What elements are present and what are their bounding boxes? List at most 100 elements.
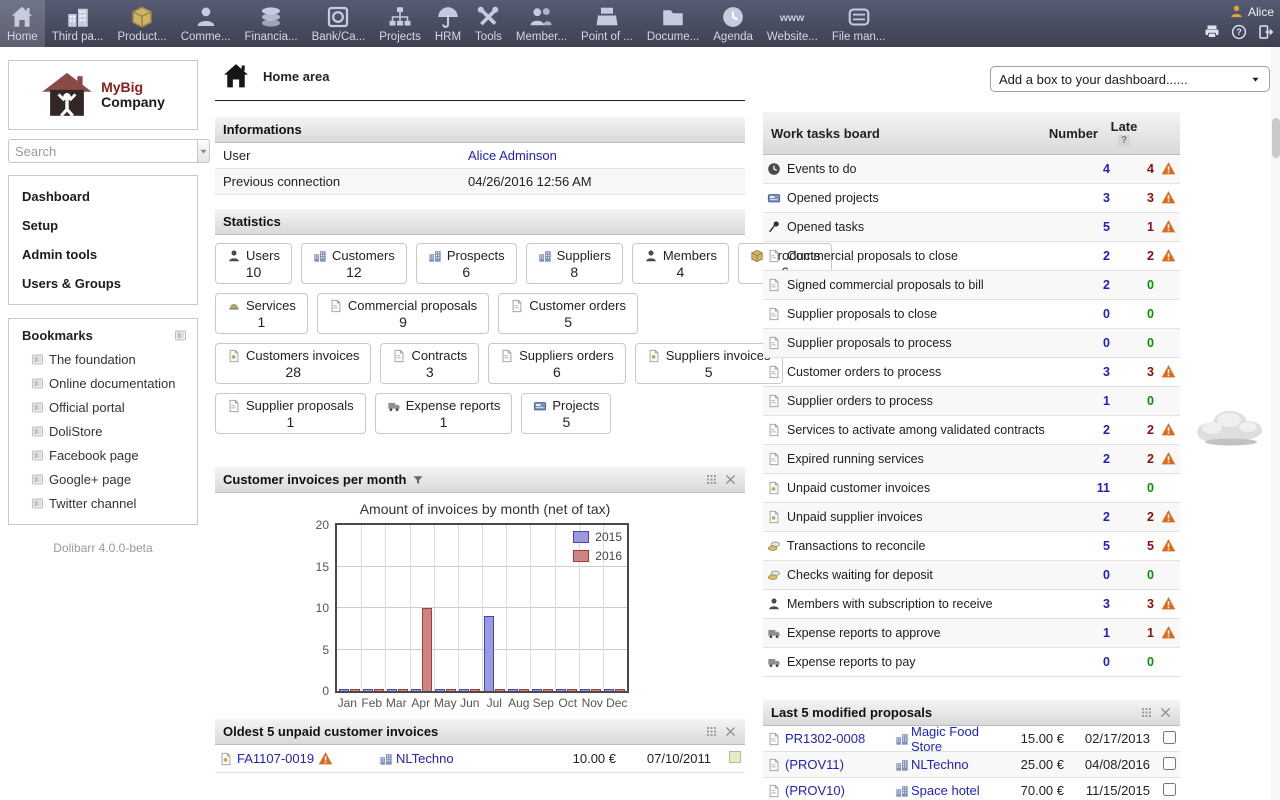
close-box-icon[interactable]	[724, 725, 737, 738]
work-task-late[interactable]: 0	[1110, 307, 1154, 321]
work-task-late[interactable]: 0	[1110, 655, 1154, 669]
close-box-icon[interactable]	[724, 473, 737, 486]
filter-icon[interactable]	[412, 474, 424, 486]
logout-icon[interactable]	[1258, 24, 1274, 40]
bookmark-icon[interactable]	[174, 329, 187, 342]
work-task-late[interactable]: 0	[1110, 394, 1154, 408]
work-task-late[interactable]: 3	[1110, 597, 1154, 611]
work-task-late[interactable]: 3	[1110, 191, 1154, 205]
proposal-checkbox[interactable]	[1163, 783, 1176, 796]
add-box-select[interactable]: Add a box to your dashboard......	[990, 66, 1270, 92]
work-task-number[interactable]: 2	[1066, 452, 1110, 466]
proposal-ref[interactable]: PR1302-0008	[785, 731, 865, 746]
bookmark-twitter-channel[interactable]: Twitter channel	[9, 491, 197, 515]
proposal-company[interactable]: Space hotel	[911, 783, 980, 798]
work-task-number[interactable]: 2	[1066, 249, 1110, 263]
work-task-late[interactable]: 2	[1110, 510, 1154, 524]
work-task-late[interactable]: 2	[1110, 249, 1154, 263]
work-task-late[interactable]: 2	[1110, 423, 1154, 437]
statbox-customers[interactable]: Customers 12	[301, 243, 407, 284]
work-task-late[interactable]: 2	[1110, 452, 1154, 466]
scrollbar-thumb[interactable]	[1272, 118, 1280, 158]
statbox-customer-orders[interactable]: Customer orders 5	[498, 293, 638, 334]
work-task-number[interactable]: 5	[1066, 220, 1110, 234]
statbox-customers-invoices[interactable]: Customers invoices 28	[215, 343, 371, 384]
sidebar-item-users-groups[interactable]: Users & Groups	[9, 269, 197, 298]
work-task-number[interactable]: 0	[1066, 307, 1110, 321]
proposal-ref[interactable]: (PROV11)	[785, 757, 844, 772]
menu-item-projects[interactable]: Projects	[372, 0, 428, 47]
statbox-services[interactable]: Services 1	[215, 293, 308, 334]
move-box-icon[interactable]	[1140, 706, 1153, 719]
statbox-members[interactable]: Members 4	[632, 243, 729, 284]
proposal-checkbox[interactable]	[1163, 757, 1176, 770]
work-task-number[interactable]: 3	[1066, 191, 1110, 205]
statbox-projects[interactable]: Projects 5	[521, 393, 611, 434]
sidebar-item-setup[interactable]: Setup	[9, 211, 197, 240]
menu-item-bank-ca[interactable]: Bank/Ca...	[305, 0, 373, 47]
work-task-late[interactable]: 3	[1110, 365, 1154, 379]
statbox-supplier-proposals[interactable]: Supplier proposals 1	[215, 393, 366, 434]
menu-item-file-man[interactable]: File man...	[825, 0, 893, 47]
work-task-number[interactable]: 0	[1066, 336, 1110, 350]
help-icon[interactable]	[1231, 24, 1247, 40]
proposal-checkbox[interactable]	[1163, 731, 1176, 744]
bookmark-online-documentation[interactable]: Online documentation	[9, 371, 197, 395]
work-task-late[interactable]: 4	[1110, 162, 1154, 176]
work-task-number[interactable]: 5	[1066, 539, 1110, 553]
bookmark-official-portal[interactable]: Official portal	[9, 395, 197, 419]
move-box-icon[interactable]	[705, 473, 718, 486]
work-task-number[interactable]: 3	[1066, 365, 1110, 379]
work-task-number[interactable]: 2	[1066, 278, 1110, 292]
work-task-number[interactable]: 0	[1066, 655, 1110, 669]
bookmark-facebook-page[interactable]: Facebook page	[9, 443, 197, 467]
menu-item-docume[interactable]: Docume...	[640, 0, 706, 47]
statbox-contracts[interactable]: Contracts 3	[380, 343, 479, 384]
work-task-number[interactable]: 1	[1066, 626, 1110, 640]
work-task-number[interactable]: 11	[1066, 481, 1110, 495]
menu-item-third-pa[interactable]: Third pa...	[45, 0, 111, 47]
menu-item-hrm[interactable]: HRM	[428, 0, 468, 47]
work-task-number[interactable]: 3	[1066, 597, 1110, 611]
statbox-users[interactable]: Users 10	[215, 243, 292, 284]
work-task-number[interactable]: 0	[1066, 568, 1110, 582]
menu-item-financia[interactable]: Financia...	[238, 0, 305, 47]
menu-item-home[interactable]: Home	[0, 0, 45, 47]
user-menu[interactable]: Alice	[1204, 4, 1274, 19]
menu-item-agenda[interactable]: Agenda	[706, 0, 760, 47]
info-value[interactable]: Alice Adminson	[468, 148, 557, 163]
menu-item-point-of[interactable]: Point of ...	[574, 0, 640, 47]
work-task-number[interactable]: 4	[1066, 162, 1110, 176]
work-task-late[interactable]: 0	[1110, 481, 1154, 495]
menu-item-product[interactable]: Product...	[110, 0, 173, 47]
menu-item-comme[interactable]: Comme...	[174, 0, 238, 47]
statbox-suppliers-invoices[interactable]: Suppliers invoices 5	[635, 343, 783, 384]
bookmark-dolistore[interactable]: DoliStore	[9, 419, 197, 443]
proposal-ref[interactable]: (PROV10)	[785, 783, 845, 798]
move-box-icon[interactable]	[705, 725, 718, 738]
search-dropdown-button[interactable]	[198, 139, 210, 163]
work-task-number[interactable]: 1	[1066, 394, 1110, 408]
printer-icon[interactable]	[1204, 24, 1220, 40]
work-task-number[interactable]: 2	[1066, 423, 1110, 437]
invoice-company[interactable]: NLTechno	[396, 751, 454, 766]
late-help-icon[interactable]: ?	[1118, 135, 1130, 147]
statbox-expense-reports[interactable]: Expense reports 1	[375, 393, 513, 434]
invoice-ref[interactable]: FA1107-0019	[237, 751, 314, 766]
work-task-number[interactable]: 2	[1066, 510, 1110, 524]
statbox-suppliers-orders[interactable]: Suppliers orders 6	[488, 343, 626, 384]
work-task-late[interactable]: 0	[1110, 336, 1154, 350]
statbox-suppliers[interactable]: Suppliers 8	[526, 243, 623, 284]
statbox-prospects[interactable]: Prospects 6	[416, 243, 517, 284]
work-task-late[interactable]: 0	[1110, 568, 1154, 582]
work-task-late[interactable]: 1	[1110, 626, 1154, 640]
menu-item-website[interactable]: Website...	[760, 0, 825, 47]
statbox-commercial-proposals[interactable]: Commercial proposals 9	[317, 293, 489, 334]
menu-item-tools[interactable]: Tools	[468, 0, 509, 47]
bookmark-the-foundation[interactable]: The foundation	[9, 347, 197, 371]
close-box-icon[interactable]	[1159, 706, 1172, 719]
sidebar-item-dashboard[interactable]: Dashboard	[9, 182, 197, 211]
work-task-late[interactable]: 0	[1110, 278, 1154, 292]
bookmark-google-page[interactable]: Google+ page	[9, 467, 197, 491]
menu-item-member[interactable]: Member...	[509, 0, 574, 47]
